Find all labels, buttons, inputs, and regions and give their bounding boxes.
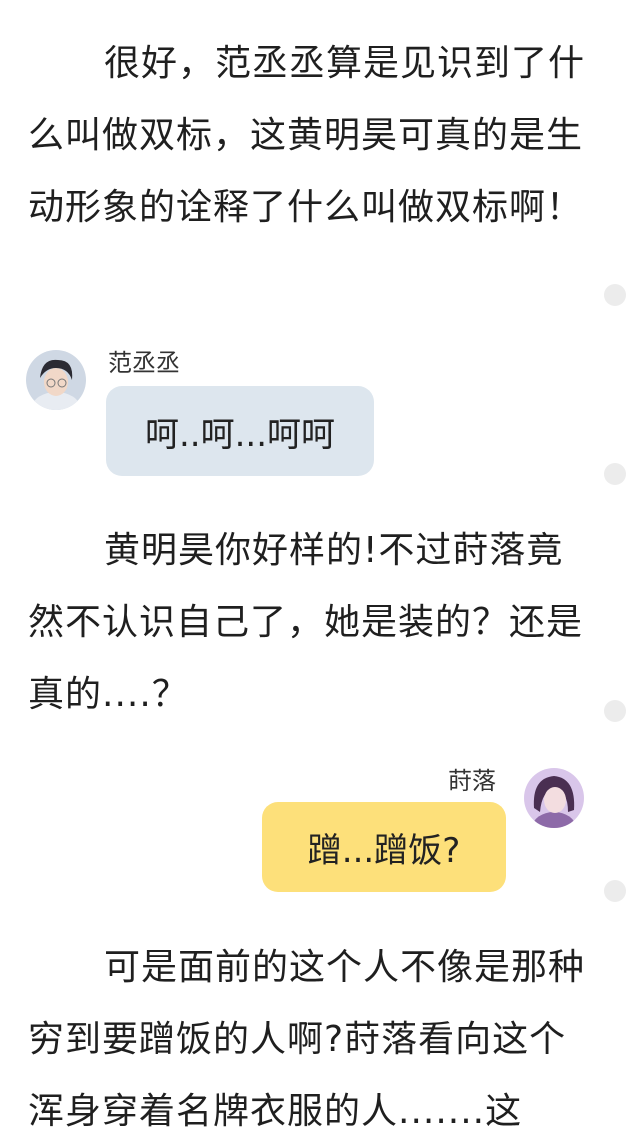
story-paragraph-3: 可是面前的这个人不像是那种穷到要蹭饭的人啊?莳落看向这个浑身穿着名牌衣服的人..… — [28, 947, 586, 1132]
avatar-image — [26, 350, 86, 410]
chat-novel-page: { "paragraphs": [ "很好，范丞丞算是见识到了什么叫做双标，这黄… — [0, 0, 640, 1138]
avatar-fan-chengcheng[interactable] — [26, 350, 86, 410]
avatar-image — [524, 768, 584, 828]
message-bubble: 蹭...蹭饭? — [262, 802, 506, 892]
sender-name: 莳落 — [448, 767, 496, 795]
story-paragraph-2: 黄明昊你好样的!不过莳落竟然不认识自己了，她是装的？还是真的....？ — [28, 530, 584, 715]
side-marker-dot[interactable] — [604, 700, 626, 722]
message-bubble: 呵..呵...呵呵 — [106, 386, 374, 476]
story-paragraph-1: 很好，范丞丞算是见识到了什么叫做双标，这黄明昊可真的是生动形象的诠释了什么叫做双… — [28, 43, 586, 228]
avatar-shi-luo[interactable] — [524, 768, 584, 828]
side-marker-dot[interactable] — [604, 880, 626, 902]
side-marker-dot[interactable] — [604, 284, 626, 306]
sender-name: 范丞丞 — [108, 349, 180, 377]
side-marker-dot[interactable] — [604, 463, 626, 485]
